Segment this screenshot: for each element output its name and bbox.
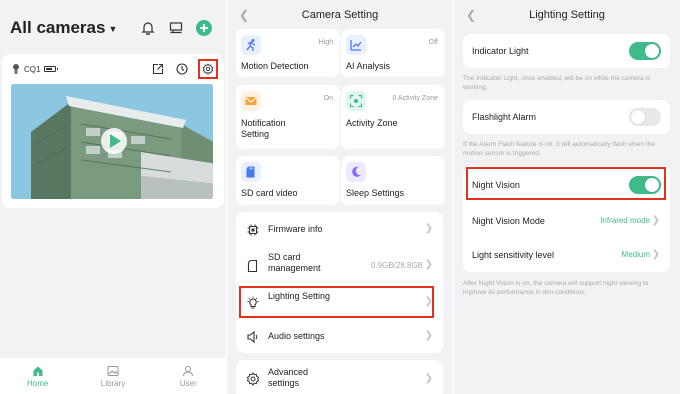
moon-icon — [346, 162, 366, 182]
add-camera-button[interactable] — [194, 18, 214, 38]
flashlight-alarm-hint: If the Alarm Flash feature is on, it wil… — [463, 141, 656, 157]
tab-home[interactable]: Home — [0, 358, 75, 394]
user-icon — [183, 365, 194, 376]
share-icon[interactable] — [150, 61, 166, 77]
home-header: All cameras ▼ — [10, 16, 216, 42]
row-firmware-info[interactable]: Firmware info ❯ — [236, 212, 443, 248]
setting-label: Indicator Light — [472, 46, 529, 56]
battery-icon — [44, 66, 59, 72]
chart-icon — [346, 35, 366, 55]
settings-list: Firmware info ❯ SD card management 0.9GB… — [236, 212, 443, 353]
tile-value: Off — [428, 39, 438, 46]
page-title: Camera Setting — [301, 9, 379, 21]
image-icon — [107, 365, 119, 376]
gear-icon — [245, 371, 261, 387]
chevron-right-icon: ❯ — [424, 259, 433, 270]
camera-card[interactable]: CQ1 — [2, 54, 224, 208]
tile-motion-detection[interactable]: High Motion Detection — [236, 29, 340, 77]
row-label: Firmware info — [268, 224, 323, 234]
lighting-setting-screen: ❮ Lighting Setting Indicator Light The I… — [454, 0, 680, 394]
tile-label: AI Analysis — [346, 61, 391, 71]
caret-down-icon: ▼ — [108, 23, 118, 34]
home-screen: All cameras ▼ CQ1 Home Library User — [0, 0, 226, 394]
camera-preview[interactable] — [11, 84, 213, 199]
tile-value: 0 Activity Zone — [392, 95, 438, 102]
tile-label: Activity Zone — [346, 118, 398, 128]
row-flashlight-alarm: Flashlight Alarm — [463, 100, 670, 134]
chevron-right-icon: ❯ — [651, 249, 660, 260]
highlight-night-vision — [466, 167, 666, 200]
setting-label: Night Vision Mode — [472, 216, 545, 226]
running-person-icon — [241, 35, 261, 55]
tab-label: Home — [26, 378, 49, 388]
camera-name: CQ1 — [24, 64, 41, 74]
setting-value: Medium — [621, 250, 650, 259]
row-sd-card-management[interactable]: SD card management 0.9GB/28.8GB ❯ — [236, 248, 443, 284]
tile-label: Notification Setting — [241, 118, 286, 139]
bell-icon[interactable] — [138, 18, 158, 38]
camera-setting-screen: ❮ Camera Setting High Motion Detection O… — [227, 0, 453, 394]
tile-label: Motion Detection — [241, 61, 309, 71]
row-label: Advanced settings — [268, 367, 309, 388]
row-advanced-settings[interactable]: Advanced settings ❯ — [236, 360, 443, 394]
camera-group-selector[interactable]: All cameras ▼ — [10, 18, 117, 38]
indicator-light-hint: The Indicator Light, once enabled, will … — [463, 75, 651, 91]
tab-label: Library — [100, 378, 126, 388]
tile-value: High — [318, 39, 333, 46]
history-icon[interactable] — [174, 61, 190, 77]
row-label: SD card management — [268, 252, 321, 273]
highlight-lighting-setting — [239, 286, 434, 318]
row-label: Audio settings — [268, 331, 325, 341]
camera-label: CQ1 — [12, 63, 59, 75]
row-value: 0.9GB/28.8GB — [370, 261, 423, 270]
tile-sd-card-video[interactable]: SD card video — [236, 156, 340, 205]
tile-label: SD card video — [241, 188, 298, 198]
chip-icon — [245, 222, 261, 238]
camera-device-icon — [13, 64, 19, 74]
zone-icon — [346, 91, 366, 111]
bottom-tab-bar: Home Library User — [0, 358, 226, 394]
gear-icon — [202, 63, 214, 75]
tile-sleep-settings[interactable]: Sleep Settings — [341, 156, 445, 205]
flashlight-alarm-toggle[interactable] — [629, 108, 661, 126]
tile-notification-setting[interactable]: On Notification Setting — [236, 85, 340, 149]
flashlight-alarm-card: Flashlight Alarm — [463, 100, 670, 134]
multiview-icon[interactable] — [166, 18, 186, 38]
tile-ai-analysis[interactable]: Off AI Analysis — [341, 29, 445, 77]
indicator-light-card: Indicator Light — [463, 34, 670, 68]
night-vision-hint: After Night Vision is on, the camera wil… — [463, 280, 649, 296]
tile-label: Sleep Settings — [346, 188, 405, 198]
chevron-right-icon: ❯ — [424, 330, 433, 341]
row-indicator-light: Indicator Light — [463, 34, 670, 68]
mail-icon — [241, 91, 261, 111]
sd-card-icon — [241, 162, 261, 182]
home-icon — [33, 366, 43, 376]
tile-activity-zone[interactable]: 0 Activity Zone Activity Zone — [341, 85, 445, 149]
setting-label: Light sensitivity level — [472, 250, 555, 260]
tab-user[interactable]: User — [151, 358, 226, 394]
tile-value: On — [323, 95, 333, 102]
page-title: All cameras — [10, 18, 106, 37]
settings-list-advanced: Advanced settings ❯ — [236, 360, 443, 394]
tab-library[interactable]: Library — [75, 358, 150, 394]
chevron-right-icon: ❯ — [651, 215, 660, 226]
setting-value: Infrared mode — [600, 216, 650, 225]
page-title: Lighting Setting — [529, 9, 605, 21]
tab-label: User — [179, 378, 197, 388]
chevron-right-icon: ❯ — [424, 223, 433, 234]
row-audio-settings[interactable]: Audio settings ❯ — [236, 319, 443, 353]
camera-settings-button[interactable] — [198, 59, 218, 79]
setting-label: Flashlight Alarm — [472, 112, 537, 122]
chevron-right-icon: ❯ — [424, 373, 433, 384]
row-night-vision-mode[interactable]: Night Vision Mode Infrared mode ❯ — [463, 204, 670, 238]
sd-card-outline-icon — [245, 258, 261, 274]
row-light-sensitivity[interactable]: Light sensitivity level Medium ❯ — [463, 238, 670, 272]
indicator-light-toggle[interactable] — [629, 42, 661, 60]
speaker-icon — [245, 329, 261, 345]
building-photo — [11, 84, 213, 199]
